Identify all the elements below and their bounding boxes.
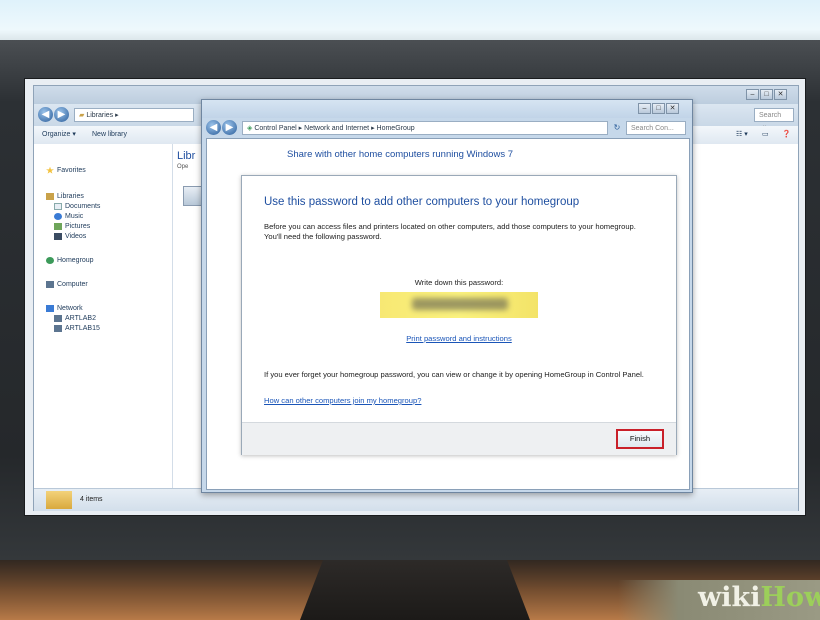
minimize-button[interactable]: –: [638, 103, 651, 114]
password-field: [380, 292, 538, 318]
panel-intro-text: Before you can access files and printers…: [264, 222, 636, 241]
panel-title: Use this password to add other computers…: [264, 196, 580, 208]
password-blurred: [412, 298, 508, 310]
dialog-address-row: ◀ ▶ ◈ Control Panel ▸ Network and Intern…: [206, 120, 688, 136]
explorer-address-bar[interactable]: ▰ Libraries ▸: [74, 108, 194, 122]
library-subtitle: Ope: [177, 164, 189, 170]
dialog-body: Share with other home computers running …: [206, 138, 690, 490]
password-label: Write down this password:: [414, 278, 504, 287]
sidebar-item-videos[interactable]: Videos: [54, 232, 86, 242]
dialog-address-text: Control Panel ▸ Network and Internet ▸ H…: [254, 125, 415, 132]
help-icon[interactable]: ❓: [782, 126, 791, 144]
sidebar-item-pictures[interactable]: Pictures: [54, 222, 90, 232]
sidebar-item-documents[interactable]: Documents: [54, 202, 100, 212]
password-panel: Use this password to add other computers…: [241, 175, 677, 455]
videos-icon: [54, 232, 62, 240]
star-icon: [46, 166, 54, 174]
minimize-button[interactable]: –: [746, 89, 759, 100]
view-options-icon[interactable]: ☷ ▾: [736, 126, 748, 144]
close-button[interactable]: ✕: [666, 103, 679, 114]
dialog-footer: Finish: [242, 422, 676, 455]
explorer-search-input[interactable]: Search Libr...: [754, 108, 794, 133]
maximize-button[interactable]: □: [652, 103, 665, 114]
sidebar-item-music[interactable]: Music: [54, 212, 83, 222]
documents-icon: [54, 202, 62, 210]
wikihow-logo: wikiHow: [698, 582, 820, 613]
forward-arrow-icon[interactable]: ▶: [222, 120, 237, 135]
how-to-join-link[interactable]: How can other computers join my homegrou…: [264, 396, 421, 405]
homegroup-icon: [46, 256, 54, 264]
forward-arrow-icon[interactable]: ▶: [54, 107, 69, 122]
dialog-search-input[interactable]: Search Con...: [626, 121, 686, 135]
finish-button[interactable]: Finish: [616, 429, 664, 449]
sidebar-item-artlab15[interactable]: ARTLAB15: [54, 324, 100, 334]
explorer-window-buttons: – □ ✕: [746, 89, 787, 100]
dialog-title-bar: – □ ✕: [202, 100, 692, 118]
dialog-heading: Share with other home computers running …: [287, 149, 514, 160]
back-arrow-icon[interactable]: ◀: [206, 120, 221, 135]
monitor-stand: [300, 560, 530, 620]
refresh-icon[interactable]: ↻: [610, 121, 624, 135]
maximize-button[interactable]: □: [760, 89, 773, 100]
homegroup-dialog: – □ ✕ ◀ ▶ ◈ Control Panel ▸ Network and …: [201, 99, 693, 493]
sidebar-item-artlab2[interactable]: ARTLAB2: [54, 314, 96, 324]
library-title: Libr: [177, 150, 196, 162]
item-count: 4 items: [80, 496, 103, 503]
screen: – □ ✕ ◀ ▶ ▰ Libraries ▸ Search Libr... O…: [24, 78, 806, 516]
watermark-banner: wikiHow: [618, 580, 820, 620]
preview-pane-icon[interactable]: ▭: [762, 126, 769, 144]
music-icon: [54, 212, 62, 220]
pictures-icon: [54, 222, 62, 230]
close-button[interactable]: ✕: [774, 89, 787, 100]
network-computer-icon: [54, 324, 62, 332]
address-text: Libraries: [86, 112, 114, 119]
dialog-window-buttons: – □ ✕: [638, 103, 679, 114]
sidebar-item-network[interactable]: Network: [46, 304, 83, 314]
forget-password-text: If you ever forget your homegroup passwo…: [264, 370, 644, 379]
network-icon: [46, 304, 54, 312]
sidebar-item-favorites[interactable]: Favorites: [46, 166, 86, 176]
explorer-navigation-pane: Favorites Libraries Documents Music Pict…: [34, 144, 173, 488]
sidebar-item-libraries[interactable]: Libraries: [46, 192, 84, 202]
computer-icon: [46, 280, 54, 288]
new-library-button[interactable]: New library: [92, 126, 127, 144]
network-computer-icon: [54, 314, 62, 322]
organize-button[interactable]: Organize ▾: [42, 126, 76, 144]
libraries-status-icon: [46, 491, 72, 509]
print-password-link[interactable]: Print password and instructions: [242, 334, 676, 343]
sidebar-item-computer[interactable]: Computer: [46, 280, 88, 290]
back-arrow-icon[interactable]: ◀: [38, 107, 53, 122]
sidebar-item-homegroup[interactable]: Homegroup: [46, 256, 94, 266]
libraries-icon: [46, 192, 54, 200]
dialog-address-bar[interactable]: ◈ Control Panel ▸ Network and Internet ▸…: [242, 121, 608, 135]
